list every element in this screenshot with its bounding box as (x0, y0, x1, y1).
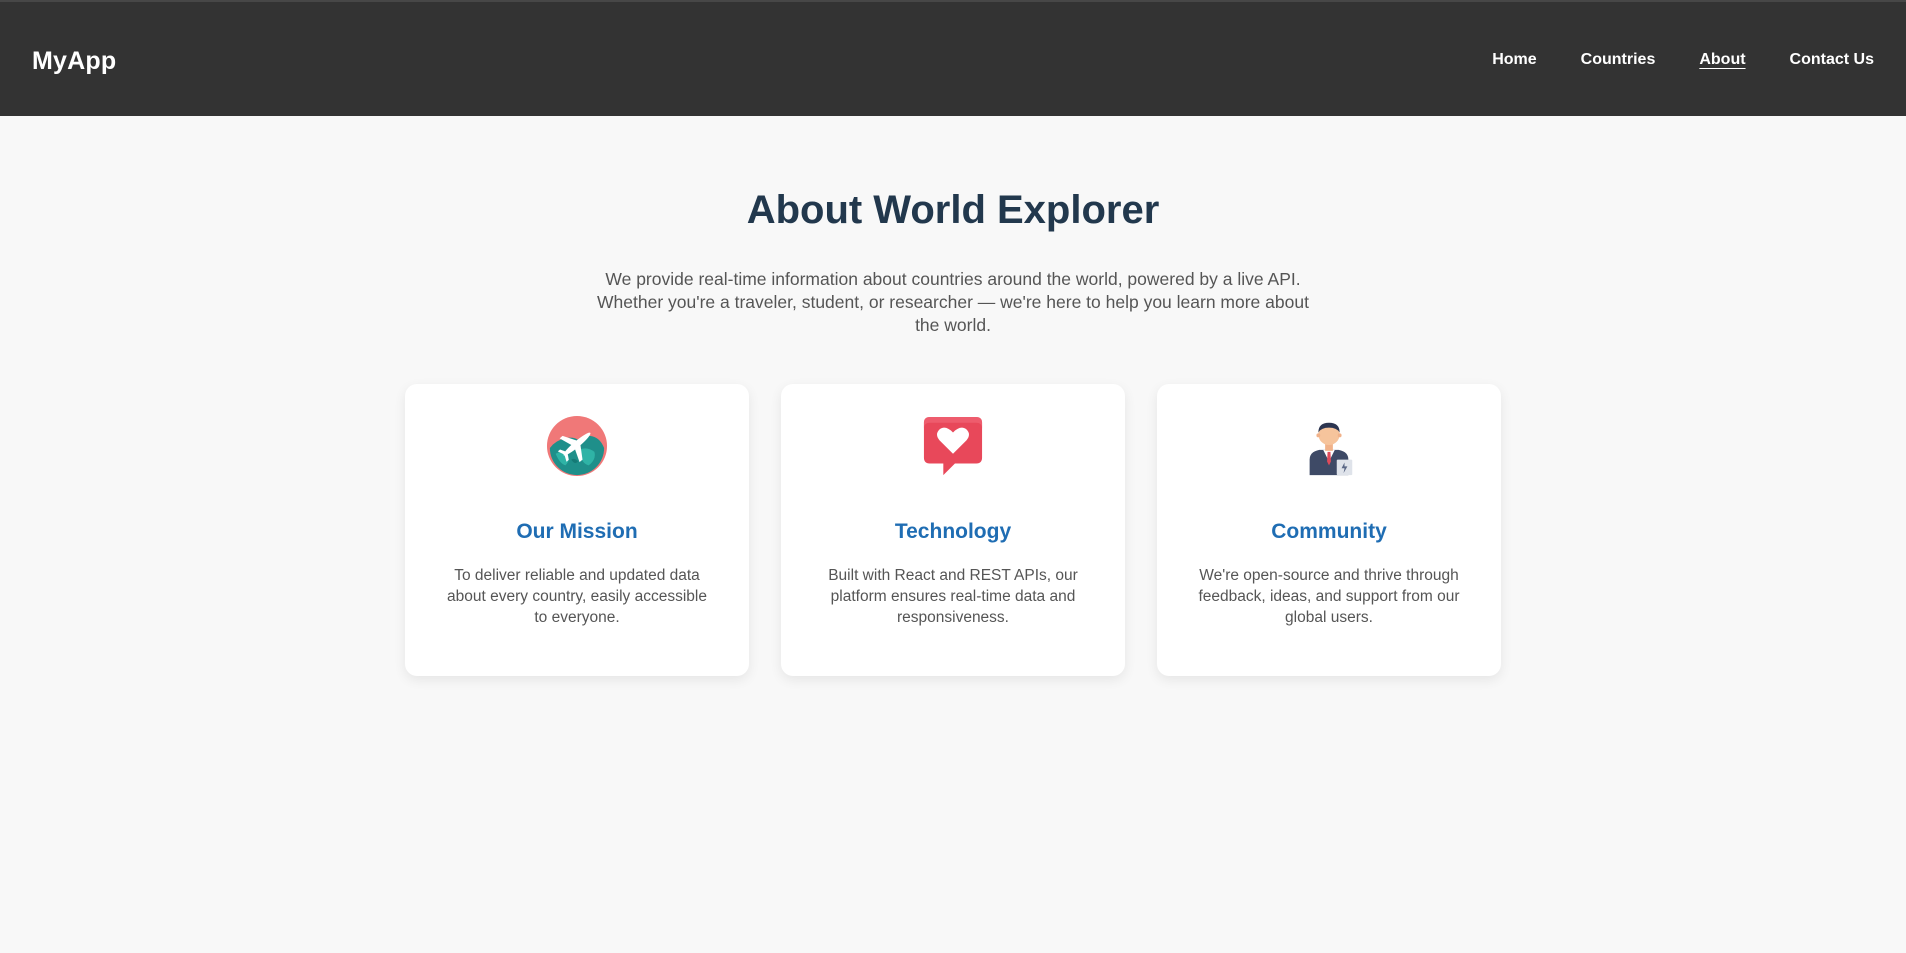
nav-link-countries[interactable]: Countries (1581, 48, 1656, 72)
card-community: Community We're open-source and thrive t… (1157, 384, 1501, 676)
nav-link-about[interactable]: About (1699, 48, 1745, 72)
businessman-icon (1309, 422, 1353, 476)
card-description: To deliver reliable and updated data abo… (447, 567, 707, 626)
feature-cards: Our Mission To deliver reliable and upda… (405, 384, 1501, 676)
main-nav: Home Countries About Contact Us (1492, 48, 1874, 72)
brand-logo[interactable]: MyApp (32, 44, 116, 78)
intro-paragraph: We provide real-time information about c… (597, 269, 1309, 335)
globe-airplane-icon (546, 415, 608, 477)
heart-chat-bubble-icon (923, 416, 983, 476)
card-description: Built with React and REST APIs, our plat… (828, 567, 1078, 626)
nav-link-contact-us[interactable]: Contact Us (1790, 48, 1874, 72)
card-title: Technology (894, 520, 1012, 543)
card-title: Community (1271, 520, 1387, 543)
card-title: Our Mission (516, 520, 638, 543)
page-title: About World Explorer (746, 188, 1160, 232)
loading-bar (0, 0, 1906, 2)
card-technology: Technology Built with React and REST API… (781, 384, 1125, 676)
card-description: We're open-source and thrive through fee… (1198, 567, 1460, 626)
card-our-mission: Our Mission To deliver reliable and upda… (405, 384, 749, 676)
top-navbar: MyApp Home Countries About Contact Us (0, 0, 1906, 116)
nav-link-home[interactable]: Home (1492, 48, 1536, 72)
